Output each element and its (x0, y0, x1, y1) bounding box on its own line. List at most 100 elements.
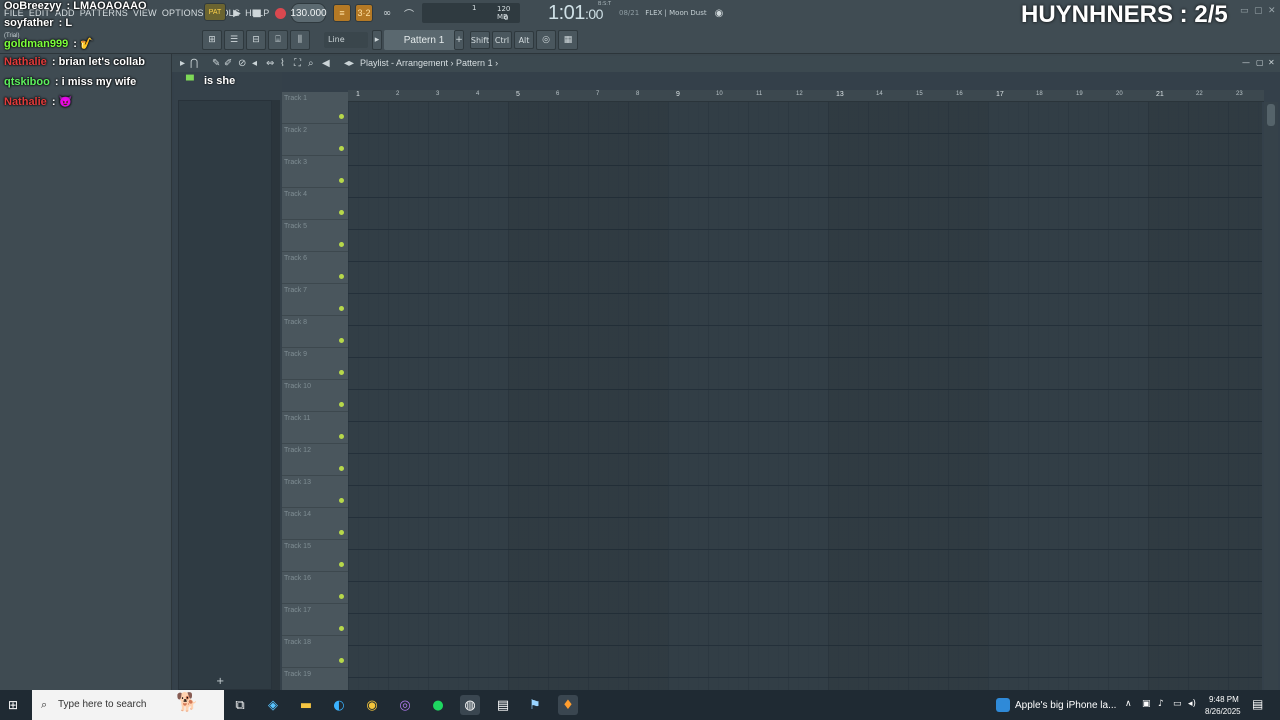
play-button[interactable]: ▶ (228, 4, 246, 22)
track-mute-led-icon[interactable] (339, 626, 344, 631)
tray-app-icon[interactable]: ▣ (1142, 699, 1151, 709)
song-time-display[interactable]: 1:01:00 (548, 2, 603, 25)
track-mute-led-icon[interactable] (339, 306, 344, 311)
network-icon[interactable]: ▭ (1173, 699, 1182, 709)
picker-scrollbar[interactable] (272, 100, 280, 690)
obs-icon[interactable]: ◍ (460, 695, 480, 715)
task-view-icon[interactable]: ⧉ (230, 695, 250, 715)
news-widget-icon[interactable] (996, 698, 1010, 712)
track-header[interactable]: Track 1 (282, 92, 348, 124)
shift-key-button[interactable]: Shift (470, 31, 490, 49)
track-header[interactable]: Track 6 (282, 252, 348, 284)
chrome-icon[interactable]: ◉ (362, 695, 382, 715)
vertical-scrollbar[interactable] (1264, 102, 1278, 690)
typing-keyboard-icon[interactable]: ▦ (558, 30, 578, 50)
windows-start-icon[interactable]: ⊞ (8, 698, 22, 712)
track-mute-led-icon[interactable] (339, 434, 344, 439)
app-icon[interactable]: ▤ (493, 695, 513, 715)
countdown-button[interactable]: ⌒ (400, 4, 418, 22)
track-mute-led-icon[interactable] (339, 658, 344, 663)
playback-icon[interactable]: ◀ (322, 58, 330, 69)
touch-controller-icon[interactable]: ◎ (536, 30, 556, 50)
track-header[interactable]: Track 9 (282, 348, 348, 380)
file-explorer-icon[interactable]: ▬ (296, 695, 316, 715)
channel-rack-icon[interactable]: ⊞ (202, 30, 222, 50)
track-header[interactable]: Track 4 (282, 188, 348, 220)
playlist-minimize-icon[interactable]: — (1242, 58, 1250, 67)
mute-icon[interactable]: ◂ (252, 58, 257, 69)
pattern-selector[interactable]: Pattern 1 (384, 30, 464, 50)
ctrl-key-button[interactable]: Ctrl (492, 31, 512, 49)
track-header[interactable]: Track 3 (282, 156, 348, 188)
delete-icon[interactable]: ⊘ (238, 58, 246, 69)
clock-time[interactable]: 9:48 PM (1209, 695, 1239, 704)
track-header[interactable]: Track 17 (282, 604, 348, 636)
snap-selector[interactable]: Line (324, 32, 368, 48)
minimize-icon[interactable]: ▭ (1240, 6, 1249, 16)
tray-chevron-icon[interactable]: ∧ (1125, 699, 1132, 709)
track-header[interactable]: Track 7 (282, 284, 348, 316)
browser-add-icon[interactable]: + (216, 676, 224, 687)
track-mute-led-icon[interactable] (339, 210, 344, 215)
clock-date[interactable]: 8/26/2025 (1205, 707, 1241, 716)
metronome-button[interactable]: ≡ (333, 4, 351, 22)
tempo-display[interactable]: 130.000 (290, 3, 327, 23)
mixer-icon[interactable]: ⫼ (290, 30, 310, 50)
alt-key-button[interactable]: Alt (514, 31, 534, 49)
track-header[interactable]: Track 11 (282, 412, 348, 444)
notification-icon[interactable]: ▤ (1252, 697, 1263, 711)
track-header[interactable]: Track 14 (282, 508, 348, 540)
playlist-icon[interactable]: ⊟ (246, 30, 266, 50)
track-mute-led-icon[interactable] (339, 146, 344, 151)
vertical-scroll-thumb[interactable] (1267, 104, 1275, 126)
track-header[interactable]: Track 5 (282, 220, 348, 252)
stop-button[interactable]: ■ (248, 4, 266, 22)
track-mute-led-icon[interactable] (339, 530, 344, 535)
pattern-add-icon[interactable]: + (454, 30, 464, 50)
track-mute-led-icon[interactable] (339, 242, 344, 247)
taskbar-search-box[interactable]: ⌕ Type here to search 🐕 (32, 690, 224, 720)
piano-roll-icon[interactable]: ☰ (224, 30, 244, 50)
playlist-close-icon[interactable]: ✕ (1268, 58, 1275, 67)
microphone-icon[interactable]: ♪ (1158, 699, 1164, 709)
track-mute-led-icon[interactable] (339, 178, 344, 183)
fl-studio-icon[interactable]: ♦ (558, 695, 578, 715)
track-mute-led-icon[interactable] (339, 402, 344, 407)
slice-icon[interactable]: ⌇ (280, 58, 285, 69)
track-mute-led-icon[interactable] (339, 562, 344, 567)
spotify-icon[interactable]: ● (428, 695, 448, 715)
wait-for-input-button[interactable]: 3·2 (355, 4, 373, 22)
track-mute-led-icon[interactable] (339, 338, 344, 343)
copilot-icon[interactable]: ◈ (263, 695, 283, 715)
track-mute-led-icon[interactable] (339, 498, 344, 503)
paint-icon[interactable]: ✐ (224, 58, 232, 69)
track-header[interactable]: Track 12 (282, 444, 348, 476)
arrangement-arrows-icon[interactable]: ◂▸ (344, 58, 354, 69)
picker-list[interactable] (178, 100, 272, 690)
zoom-icon[interactable]: ⌕ (308, 58, 314, 69)
volume-icon[interactable]: ◂) (1188, 699, 1196, 709)
track-header[interactable]: Track 15 (282, 540, 348, 572)
news-widget-text[interactable]: Apple's big iPhone la... (1015, 700, 1116, 711)
track-header[interactable]: Track 2 (282, 124, 348, 156)
track-mute-led-icon[interactable] (339, 370, 344, 375)
timeline-ruler[interactable]: 1 2 3 4 5 6 7 8 9 10 11 12 13 14 15 16 17 18 19 20 21 22 23 (348, 90, 1264, 102)
pencil-icon[interactable]: ✎ (212, 58, 220, 69)
track-header[interactable]: Track 18 (282, 636, 348, 668)
close-icon[interactable]: ✕ (1268, 6, 1276, 16)
pat-song-toggle[interactable]: PAT (204, 3, 226, 21)
record-button[interactable] (271, 4, 289, 22)
track-header[interactable]: Track 8 (282, 316, 348, 348)
track-header[interactable]: Track 13 (282, 476, 348, 508)
track-mute-led-icon[interactable] (339, 466, 344, 471)
loop-record-button[interactable]: ∞ (378, 4, 396, 22)
select-icon[interactable]: ⛶ (294, 58, 301, 69)
discord-icon[interactable]: ◎ (395, 695, 415, 715)
edge-icon[interactable]: ◐ (329, 695, 349, 715)
pattern-prev-icon[interactable]: ▸ (372, 30, 382, 50)
online-news-icon[interactable]: ◉ (710, 4, 728, 22)
slip-icon[interactable]: ⇔ (266, 58, 274, 69)
track-header[interactable]: Track 16 (282, 572, 348, 604)
playlist-maximize-icon[interactable]: ▢ (1256, 58, 1264, 67)
steam-icon[interactable]: ⚑ (525, 695, 545, 715)
